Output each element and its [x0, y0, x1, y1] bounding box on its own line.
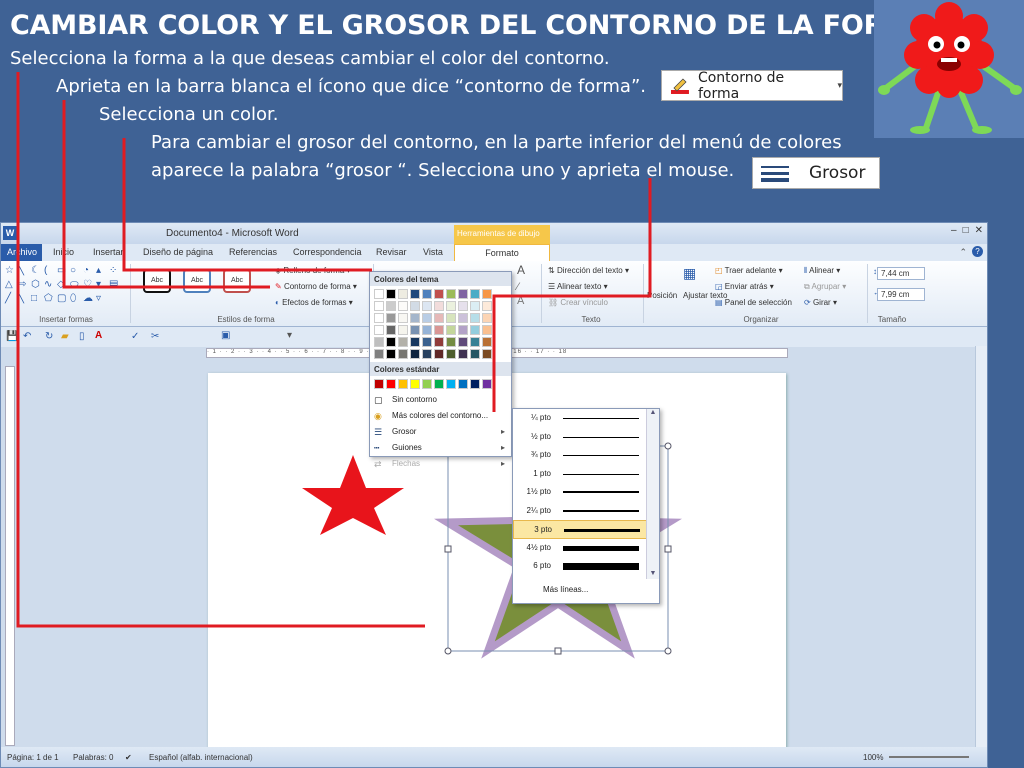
- pointer-line-step-2: [62, 100, 270, 289]
- pointer-line-step-4: [492, 178, 652, 412]
- pointer-line-step-3: [122, 138, 372, 272]
- pointer-lines: [16, 72, 652, 628]
- pointer-line-step-1: [16, 72, 425, 628]
